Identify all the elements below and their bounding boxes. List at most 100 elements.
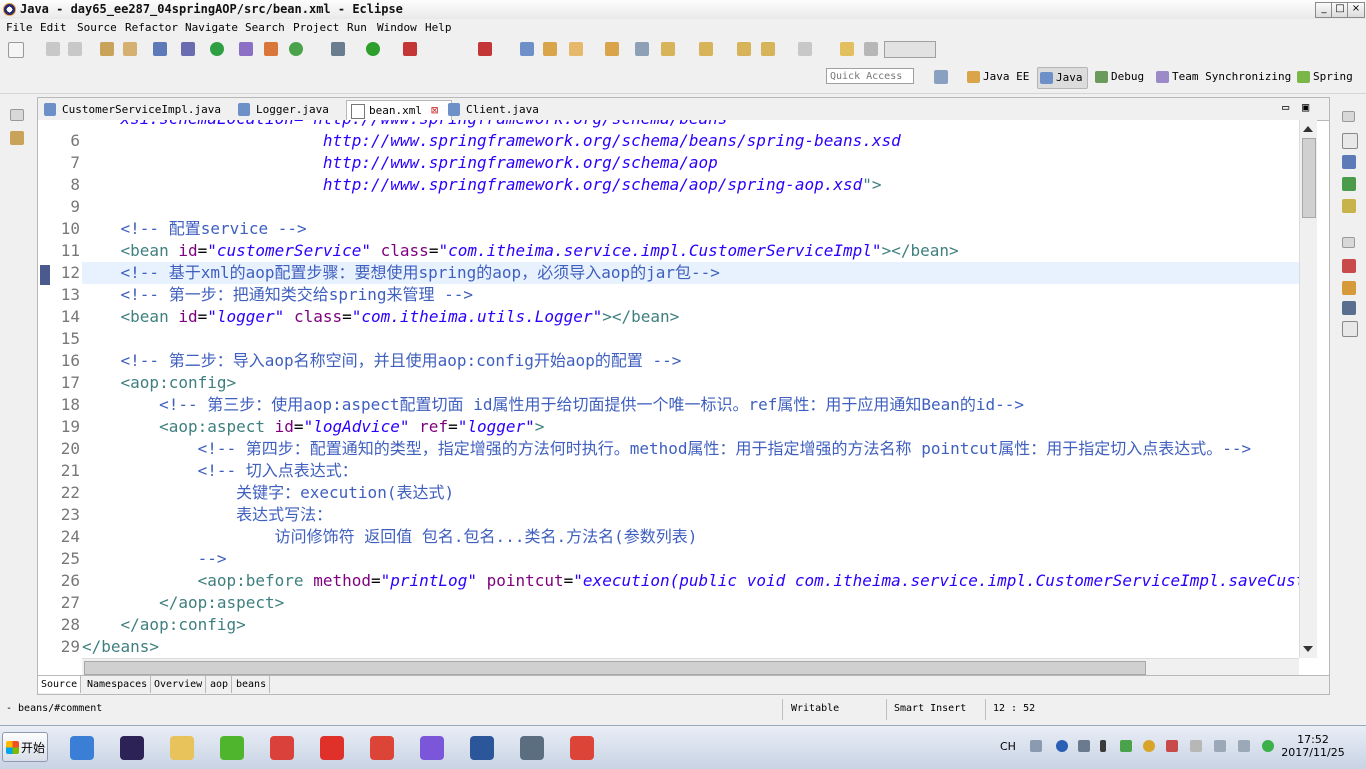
servers-icon[interactable] [1342,321,1358,337]
run-icon[interactable] [366,42,380,56]
outline-icon[interactable] [1342,133,1358,149]
open-type-icon[interactable] [100,42,114,56]
horizontal-scrollbar[interactable] [82,658,1299,676]
hierarchy-icon[interactable] [1342,199,1356,213]
previous-annotation-icon[interactable] [699,42,713,56]
pin-icon[interactable] [840,42,854,56]
problems-icon[interactable] [1342,259,1356,273]
skip-breakpoints-icon[interactable] [181,42,195,56]
grid-icon[interactable] [864,42,878,56]
refresh-icon[interactable] [289,42,303,56]
close-icon[interactable]: ⊠ [431,101,438,120]
scroll-up-icon[interactable] [1303,126,1313,132]
tray-app-icon[interactable] [1143,740,1155,752]
taskbar-app-button[interactable] [260,731,304,765]
menu-window[interactable]: Window [377,21,417,34]
taskbar-app-button[interactable] [560,731,604,765]
tab-logger[interactable]: Logger.java [234,100,329,119]
volume-icon[interactable] [1238,740,1250,752]
code-editor[interactable]: xsi:schemaLocation="http://www.springfra… [82,120,1299,658]
restore-icon[interactable] [1342,111,1355,122]
tab-bean-xml[interactable]: bean.xml ⊠ [346,100,452,121]
perspective-java-ee[interactable]: Java EE [965,67,1029,87]
menu-navigate[interactable]: Navigate [185,21,238,34]
system-clock[interactable]: 17:52 2017/11/25 [1278,733,1348,759]
menu-edit[interactable]: Edit [40,21,67,34]
forward-icon[interactable] [798,42,812,56]
new-server-icon[interactable] [239,42,253,56]
taskbar-app-button[interactable] [60,731,104,765]
menu-source[interactable]: Source [77,21,117,34]
server-start-icon[interactable] [210,42,224,56]
mark-occurrences-icon[interactable] [635,42,649,56]
last-edit-icon[interactable] [737,42,751,56]
tab-aop[interactable]: aop [207,676,233,693]
taskbar-app-button[interactable] [110,731,154,765]
keyboard-icon[interactable] [1030,740,1042,752]
start-button[interactable]: 开始 [2,732,48,762]
folder-icon[interactable] [605,42,619,56]
tab-beans[interactable]: beans [233,676,271,693]
update-icon[interactable] [1262,740,1274,752]
spring-explorer-icon[interactable] [1342,177,1356,191]
restore-icon[interactable] [10,109,24,121]
new-package-icon[interactable] [520,42,534,56]
tab-namespaces[interactable]: Namespaces [84,676,152,693]
perspective-spring[interactable]: Spring [1295,67,1353,87]
quick-access-input[interactable] [826,68,914,84]
taskbar-app-button[interactable] [360,731,404,765]
minimize-editor-icon[interactable]: ▭ [1282,100,1289,114]
run-external-icon[interactable] [403,42,417,56]
back-icon[interactable] [761,42,775,56]
taskbar-app-button[interactable] [410,731,454,765]
taskbar-app-button[interactable] [160,731,204,765]
javadoc-icon[interactable] [1342,281,1356,295]
close-button[interactable]: × [1347,2,1365,18]
task-list-icon[interactable] [1342,155,1356,169]
open-resource-icon[interactable] [123,42,137,56]
maximize-editor-icon[interactable]: ▣ [1302,100,1309,114]
console-view-icon[interactable] [1342,301,1356,315]
tray-alert-icon[interactable] [1166,740,1178,752]
spring-bean-icon[interactable] [264,42,278,56]
console-icon[interactable] [153,42,167,56]
tab-overview[interactable]: Overview [151,676,207,693]
horizontal-scroll-thumb[interactable] [84,661,1146,675]
taskbar-app-button[interactable] [460,731,504,765]
new-icon[interactable] [8,42,24,58]
perspective-debug[interactable]: Debug [1093,67,1144,87]
menu-project[interactable]: Project [293,21,339,34]
help-icon[interactable] [1056,740,1068,752]
vertical-scrollbar[interactable] [1299,120,1317,658]
taskbar-app-button[interactable] [510,731,554,765]
combo-dropdown[interactable] [884,41,936,58]
perspective-java[interactable]: Java [1037,67,1088,89]
open-perspective-icon[interactable] [934,70,948,84]
search-icon[interactable] [569,42,583,56]
package-explorer-icon[interactable] [10,131,24,145]
menu-help[interactable]: Help [425,21,452,34]
vertical-scroll-thumb[interactable] [1302,138,1316,218]
menu-file[interactable]: File [6,21,33,34]
tab-client[interactable]: Client.java [444,100,539,119]
next-annotation-icon[interactable] [661,42,675,56]
taskbar-app-button[interactable] [210,731,254,765]
taskbar-app-button[interactable] [310,731,354,765]
open-folder-icon[interactable] [543,42,557,56]
tab-source[interactable]: Source [38,676,82,693]
network-icon[interactable] [1214,740,1226,752]
tray-expand-icon[interactable] [1100,740,1106,752]
debug-settings-icon[interactable] [331,42,345,56]
menu-run[interactable]: Run [347,21,367,34]
menu-search[interactable]: Search [245,21,285,34]
tray-settings-icon[interactable] [1078,740,1090,752]
save-all-icon[interactable] [68,42,82,56]
tab-customerserviceimpl[interactable]: CustomerServiceImpl.java [40,100,221,119]
restore-icon-2[interactable] [1342,237,1355,248]
perspective-team-sync[interactable]: Team Synchronizing [1154,67,1291,87]
menu-refactor[interactable]: Refactor [125,21,178,34]
ime-indicator[interactable]: CH [1000,740,1016,753]
scroll-down-icon[interactable] [1303,646,1313,652]
save-icon[interactable] [46,42,60,56]
tray-copy-icon[interactable] [1190,740,1202,752]
